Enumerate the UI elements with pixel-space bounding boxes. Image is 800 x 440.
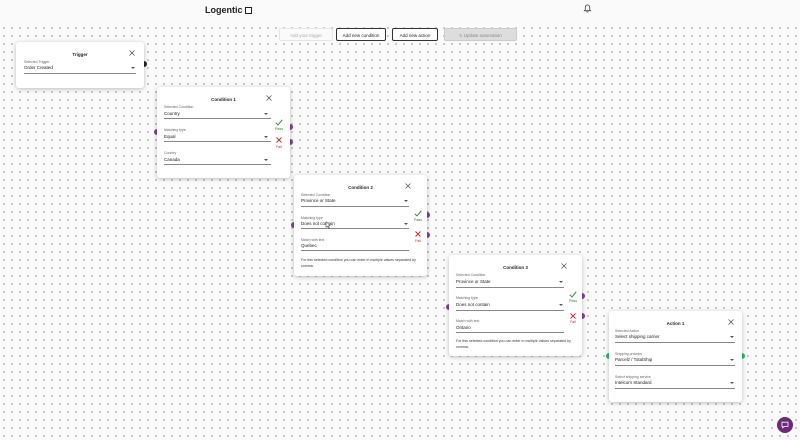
condition-select[interactable]: Province or State <box>301 198 336 203</box>
field-label: Selected Action <box>615 329 640 333</box>
chevron-down-icon <box>730 382 734 384</box>
field-label: Selected Condition <box>164 105 194 109</box>
condition-1-card[interactable]: Condition 1 Selected Condition Country M… <box>157 87 290 178</box>
card-title: Trigger <box>72 52 88 57</box>
check-icon <box>569 291 577 298</box>
chat-icon <box>781 421 789 429</box>
field-underline <box>615 342 735 343</box>
x-icon <box>415 231 421 237</box>
chevron-down-icon <box>559 281 563 283</box>
shipping-service-select[interactable]: Intelcom Standard <box>615 380 652 385</box>
field-underline <box>456 332 564 333</box>
action-1-card[interactable]: Action 1 Selected Action Select shipping… <box>609 311 742 402</box>
pass-label: Pass <box>569 299 577 303</box>
field-underline <box>164 164 271 165</box>
trigger-select[interactable]: Order Created <box>24 65 53 70</box>
field-underline <box>615 365 735 366</box>
add-trigger-button[interactable]: Add your trigger <box>279 28 333 41</box>
field-label: Matching type <box>456 296 478 300</box>
close-icon[interactable] <box>405 183 411 189</box>
pass-label: Pass <box>414 218 422 222</box>
field-label: Selected Trigger <box>24 60 50 64</box>
chevron-down-icon <box>730 359 734 361</box>
top-bar: Logentic <box>0 0 800 22</box>
add-action-button[interactable]: Add new action <box>392 28 438 41</box>
condition-3-card[interactable]: Condition 3 Selected Condition Province … <box>449 255 582 356</box>
field-label: Selected Condition <box>301 193 331 197</box>
field-underline <box>301 228 409 229</box>
chevron-down-icon <box>404 200 408 202</box>
logo-mark-icon <box>244 7 252 15</box>
chat-widget-button[interactable] <box>777 417 793 433</box>
trigger-card[interactable]: Trigger Selected Trigger Order Created <box>16 42 144 88</box>
condition-select[interactable]: Province or State <box>456 279 491 284</box>
fail-label: Fail <box>415 239 421 243</box>
help-text: For this selected condition you can ente… <box>301 258 416 268</box>
check-icon <box>275 119 283 126</box>
field-underline <box>24 73 136 74</box>
field-underline <box>164 118 271 119</box>
bell-icon[interactable] <box>583 4 592 13</box>
brand-name: Logentic <box>205 5 243 15</box>
update-label: Update automation <box>463 33 502 38</box>
x-icon <box>276 137 282 143</box>
close-icon[interactable] <box>561 263 567 269</box>
fail-label: Fail <box>276 145 282 149</box>
field-label: Matching type <box>301 216 323 220</box>
chevron-down-icon <box>264 159 268 161</box>
field-underline <box>456 310 564 311</box>
field-underline <box>456 287 564 288</box>
field-label: Shipping provider <box>615 352 643 356</box>
field-underline <box>301 206 409 207</box>
add-condition-button[interactable]: Add new condition <box>336 28 386 41</box>
field-underline <box>615 388 735 389</box>
field-underline <box>301 250 409 251</box>
chevron-down-icon <box>264 136 268 138</box>
card-title: Action 1 <box>666 321 685 326</box>
help-text: For this selected condition you can ente… <box>456 339 571 349</box>
match-text-input[interactable]: Ontario <box>456 325 471 330</box>
chevron-down-icon <box>131 67 135 69</box>
field-label: Matching type <box>164 128 186 132</box>
chevron-down-icon <box>264 113 268 115</box>
action-select[interactable]: Select shipping carrier <box>615 334 660 339</box>
condition-select[interactable]: Country <box>164 111 180 116</box>
pointer-cursor-icon <box>325 221 331 229</box>
close-icon[interactable] <box>728 319 734 325</box>
field-underline <box>164 141 271 142</box>
field-label: Match with text <box>456 319 480 323</box>
shipping-provider-select[interactable]: Parcelz / TotalShip <box>615 357 652 362</box>
condition-2-card[interactable]: Condition 2 Selected Condition Province … <box>294 175 427 276</box>
matching-type-select[interactable]: Does not contain <box>456 302 490 307</box>
x-icon <box>570 313 576 319</box>
check-icon <box>414 210 422 217</box>
chevron-down-icon <box>404 223 408 225</box>
fail-label: Fail <box>570 320 576 324</box>
chevron-down-icon <box>730 336 734 338</box>
pass-label: Pass <box>275 127 283 131</box>
close-icon[interactable] <box>266 95 272 101</box>
country-select[interactable]: Canada <box>164 157 180 162</box>
update-automation-button[interactable]: ↻ Update automation <box>444 28 517 41</box>
match-text-input[interactable]: Quebec <box>301 243 317 248</box>
field-label: Selected Condition <box>456 273 486 277</box>
field-label: Match with text <box>301 238 325 242</box>
field-label: Select shipping service <box>615 375 651 379</box>
matching-type-select[interactable]: Equal <box>164 134 176 139</box>
close-icon[interactable] <box>129 50 135 56</box>
chevron-down-icon <box>559 304 563 306</box>
brand-logo[interactable]: Logentic <box>205 5 252 15</box>
field-label: Country <box>164 151 177 155</box>
